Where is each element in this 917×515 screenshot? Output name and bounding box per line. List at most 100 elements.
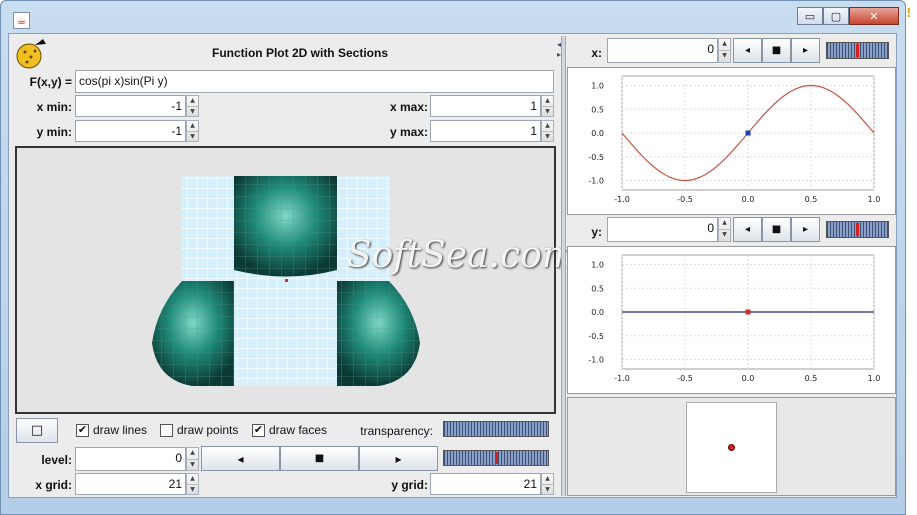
- x-prev-button[interactable]: ◂: [733, 38, 762, 63]
- draw-lines-label: draw lines: [93, 423, 148, 437]
- fxy-label: F(x,y) =: [29, 75, 72, 89]
- spin-down-icon[interactable]: ▼: [542, 483, 553, 495]
- spin-up-icon[interactable]: ▲: [719, 39, 730, 50]
- spin-up-icon[interactable]: ▲: [542, 121, 553, 131]
- level-prev-button[interactable]: ◂: [201, 446, 280, 471]
- level-next-button[interactable]: ▸: [359, 446, 438, 471]
- ymin-field[interactable]: -1: [75, 120, 186, 142]
- xmin-spinner[interactable]: ▲ ▼: [186, 95, 199, 117]
- x-section-spinner[interactable]: ▲ ▼: [718, 38, 731, 63]
- y-tick-label: -0.5: [588, 332, 604, 341]
- spin-up-icon[interactable]: ▲: [542, 474, 553, 484]
- spin-down-icon[interactable]: ▼: [187, 483, 198, 495]
- spin-up-icon[interactable]: ▲: [719, 218, 730, 229]
- spin-up-icon[interactable]: ▲: [187, 448, 198, 459]
- slider-thumb[interactable]: [494, 452, 498, 464]
- checkbox-icon[interactable]: ✔: [76, 423, 89, 437]
- watermark: SoftSea.com: [347, 235, 576, 276]
- panel-title: Function Plot 2D with Sections: [211, 46, 388, 60]
- surface-plot-canvas[interactable]: [15, 146, 556, 414]
- app-logo: [15, 37, 49, 69]
- window-controls: ▭ ▢ ✕: [797, 7, 903, 27]
- xgrid-spinner[interactable]: ▲ ▼: [186, 473, 199, 495]
- y-section-spinner[interactable]: ▲ ▼: [718, 217, 731, 242]
- xmin-field[interactable]: -1: [75, 95, 186, 117]
- java-app-icon[interactable]: ☕: [13, 12, 30, 29]
- xgrid-field[interactable]: 21: [75, 473, 186, 495]
- ygrid-field[interactable]: 21: [430, 473, 541, 495]
- draw-faces-label: draw faces: [269, 423, 328, 437]
- y-tick-label: 1.0: [591, 261, 604, 270]
- draw-faces-checkbox[interactable]: ✔ draw faces: [252, 423, 327, 437]
- level-spinner[interactable]: ▲ ▼: [186, 447, 199, 471]
- level-stop-button[interactable]: ■: [280, 446, 359, 471]
- draw-lines-checkbox[interactable]: ✔ draw lines: [76, 423, 147, 437]
- spin-up-icon[interactable]: ▲: [187, 96, 198, 106]
- xmax-label: x max:: [389, 100, 428, 114]
- splitter-bar[interactable]: [561, 36, 566, 496]
- square-view-button[interactable]: □: [16, 418, 58, 443]
- xgrid-label: x grid:: [35, 478, 72, 492]
- spin-up-icon[interactable]: ▲: [187, 474, 198, 484]
- x-tick-label: -0.5: [677, 374, 693, 383]
- checkbox-icon[interactable]: ✔: [252, 423, 265, 437]
- level-slider[interactable]: [443, 450, 549, 466]
- x-section-chart: -1.0 -0.5 0.0 0.5 1.0 1.0 0.5 0.0 -0.5 -1.0: [567, 67, 896, 215]
- ymax-label: y max:: [389, 125, 428, 139]
- section-marker: [745, 130, 751, 136]
- draw-points-checkbox[interactable]: draw points: [160, 423, 238, 437]
- ymin-spinner[interactable]: ▲ ▼: [186, 120, 199, 142]
- point-preview-area: [567, 397, 896, 496]
- spin-up-icon[interactable]: ▲: [542, 96, 553, 106]
- y-tick-label: 0.0: [591, 308, 604, 317]
- transparency-slider[interactable]: [443, 421, 549, 437]
- function-input[interactable]: cos(pi x)sin(Pi y): [75, 70, 554, 93]
- x-section-field[interactable]: 0: [607, 38, 718, 63]
- ymax-field[interactable]: 1: [430, 120, 541, 142]
- x-section-slider[interactable]: [826, 42, 889, 59]
- spin-down-icon[interactable]: ▼: [719, 229, 730, 241]
- point-marker: [728, 444, 735, 451]
- spin-down-icon[interactable]: ▼: [542, 130, 553, 142]
- ymin-label: y min:: [36, 125, 72, 139]
- y-section-slider[interactable]: [826, 221, 889, 238]
- y-stop-button[interactable]: ■: [762, 217, 791, 242]
- spin-down-icon[interactable]: ▼: [187, 130, 198, 142]
- minimize-button[interactable]: ▭: [797, 7, 823, 25]
- x-next-button[interactable]: ▸: [791, 38, 820, 63]
- spin-down-icon[interactable]: ▼: [187, 105, 198, 117]
- xmax-field[interactable]: 1: [430, 95, 541, 117]
- x-tick-label: 0.5: [805, 195, 818, 204]
- checkbox-icon[interactable]: [160, 423, 173, 437]
- y-tick-label: -0.5: [588, 153, 604, 162]
- xmin-label: x min:: [36, 100, 72, 114]
- slider-thumb[interactable]: [856, 223, 859, 236]
- point-preview-panel[interactable]: [686, 402, 777, 493]
- x-stop-button[interactable]: ■: [762, 38, 791, 63]
- spin-down-icon[interactable]: ▼: [187, 458, 198, 471]
- y-next-button[interactable]: ▸: [791, 217, 820, 242]
- x-tick-label: 0.0: [742, 195, 755, 204]
- x-tick-label: -0.5: [677, 195, 693, 204]
- spin-down-icon[interactable]: ▼: [542, 105, 553, 117]
- x-tick-label: -1.0: [614, 374, 630, 383]
- x-tick-label: 0.0: [742, 374, 755, 383]
- xmax-spinner[interactable]: ▲ ▼: [541, 95, 554, 117]
- y-tick-label: 1.0: [591, 82, 604, 91]
- spin-down-icon[interactable]: ▼: [719, 50, 730, 62]
- x-section-label: x:: [591, 46, 602, 60]
- y-tick-label: -1.0: [588, 177, 604, 186]
- x-tick-label: 1.0: [868, 195, 881, 204]
- ygrid-spinner[interactable]: ▲ ▼: [541, 473, 554, 495]
- spin-up-icon[interactable]: ▲: [187, 121, 198, 131]
- maximize-button[interactable]: ▢: [823, 7, 849, 25]
- slider-thumb[interactable]: [856, 44, 859, 57]
- y-section-chart: -1.0 -0.5 0.0 0.5 1.0 1.0 0.5 0.0 -0.5 -1.0: [567, 246, 896, 394]
- y-prev-button[interactable]: ◂: [733, 217, 762, 242]
- level-field[interactable]: 0: [75, 447, 186, 471]
- close-button[interactable]: ✕: [849, 7, 899, 25]
- y-section-field[interactable]: 0: [607, 217, 718, 242]
- section-marker: [745, 309, 751, 315]
- ymax-spinner[interactable]: ▲ ▼: [541, 120, 554, 142]
- draw-points-label: draw points: [177, 423, 239, 437]
